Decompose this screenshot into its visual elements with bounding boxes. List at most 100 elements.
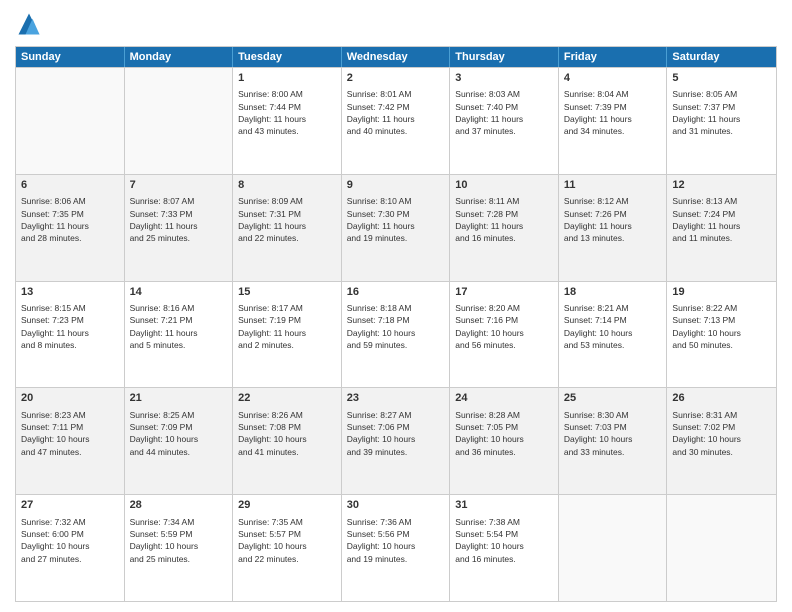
day-number: 3	[455, 71, 553, 86]
day-number: 10	[455, 178, 553, 193]
day-number: 11	[564, 178, 662, 193]
day-number: 29	[238, 498, 336, 513]
cell-text: Sunrise: 8:28 AMSunset: 7:05 PMDaylight:…	[455, 409, 553, 458]
cal-header-thursday: Thursday	[450, 47, 559, 67]
cal-header-wednesday: Wednesday	[342, 47, 451, 67]
day-number: 28	[130, 498, 228, 513]
cell-text: Sunrise: 8:09 AMSunset: 7:31 PMDaylight:…	[238, 195, 336, 244]
cal-cell-day-9: 9 Sunrise: 8:10 AMSunset: 7:30 PMDaylight…	[342, 175, 451, 281]
day-number: 13	[21, 285, 119, 300]
cal-cell-day-13: 13Sunrise: 8:15 AMSunset: 7:23 PMDayligh…	[16, 282, 125, 388]
cal-cell-empty	[667, 495, 776, 601]
cal-cell-day-1: 1 Sunrise: 8:00 AMSunset: 7:44 PMDaylight…	[233, 68, 342, 174]
cal-cell-day-14: 14 Sunrise: 8:16 AMSunset: 7:21 PMDayligh…	[125, 282, 234, 388]
day-number: 24	[455, 391, 553, 406]
cell-text: Sunrise: 8:12 AMSunset: 7:26 PMDaylight:…	[564, 195, 662, 244]
day-number: 31	[455, 498, 553, 513]
cal-cell-day-30: 30 Sunrise: 7:36 AMSunset: 5:56 PMDayligh…	[342, 495, 451, 601]
cal-cell-day-19: 19Sunrise: 8:22 AMSunset: 7:13 PMDayligh…	[667, 282, 776, 388]
cal-cell-day-6: 6 Sunrise: 8:06 AMSunset: 7:35 PMDaylight…	[16, 175, 125, 281]
cal-cell-day-17: 17 Sunrise: 8:20 AMSunset: 7:16 PMDayligh…	[450, 282, 559, 388]
cell-text: Sunrise: 8:10 AMSunset: 7:30 PMDaylight:…	[347, 195, 445, 244]
cal-cell-day-21: 21 Sunrise: 8:25 AMSunset: 7:09 PMDayligh…	[125, 388, 234, 494]
header	[15, 10, 777, 38]
day-number: 23	[347, 391, 445, 406]
cal-week-1: 1 Sunrise: 8:00 AMSunset: 7:44 PMDaylight…	[16, 67, 776, 174]
cell-text: Sunrise: 8:23 AMSunset: 7:11 PMDaylight:…	[21, 409, 119, 458]
day-number: 5	[672, 71, 771, 86]
cal-cell-day-20: 20Sunrise: 8:23 AMSunset: 7:11 PMDayligh…	[16, 388, 125, 494]
day-number: 6	[21, 178, 119, 193]
day-number: 4	[564, 71, 662, 86]
calendar-body: 1 Sunrise: 8:00 AMSunset: 7:44 PMDaylight…	[16, 67, 776, 601]
cell-text: Sunrise: 8:30 AMSunset: 7:03 PMDaylight:…	[564, 409, 662, 458]
day-number: 1	[238, 71, 336, 86]
day-number: 14	[130, 285, 228, 300]
cal-cell-day-26: 26 Sunrise: 8:31 AMSunset: 7:02 PMDayligh…	[667, 388, 776, 494]
cell-text: Sunrise: 8:00 AMSunset: 7:44 PMDaylight:…	[238, 88, 336, 137]
cal-cell-day-8: 8 Sunrise: 8:09 AMSunset: 7:31 PMDaylight…	[233, 175, 342, 281]
cell-text: Sunrise: 7:32 AMSunset: 6:00 PMDaylight:…	[21, 516, 119, 565]
cal-week-3: 13Sunrise: 8:15 AMSunset: 7:23 PMDayligh…	[16, 281, 776, 388]
cell-text: Sunrise: 8:01 AMSunset: 7:42 PMDaylight:…	[347, 88, 445, 137]
cal-header-sunday: Sunday	[16, 47, 125, 67]
cell-text: Sunrise: 8:17 AMSunset: 7:19 PMDaylight:…	[238, 302, 336, 351]
cal-cell-day-11: 11 Sunrise: 8:12 AMSunset: 7:26 PMDayligh…	[559, 175, 668, 281]
cal-cell-day-3: 3 Sunrise: 8:03 AMSunset: 7:40 PMDaylight…	[450, 68, 559, 174]
cal-cell-day-7: 7 Sunrise: 8:07 AMSunset: 7:33 PMDaylight…	[125, 175, 234, 281]
cell-text: Sunrise: 8:04 AMSunset: 7:39 PMDaylight:…	[564, 88, 662, 137]
cal-cell-day-24: 24 Sunrise: 8:28 AMSunset: 7:05 PMDayligh…	[450, 388, 559, 494]
cell-text: Sunrise: 8:13 AMSunset: 7:24 PMDaylight:…	[672, 195, 771, 244]
logo	[15, 10, 47, 38]
calendar-header-row: SundayMondayTuesdayWednesdayThursdayFrid…	[16, 47, 776, 67]
cell-text: Sunrise: 8:18 AMSunset: 7:18 PMDaylight:…	[347, 302, 445, 351]
cal-cell-day-25: 25 Sunrise: 8:30 AMSunset: 7:03 PMDayligh…	[559, 388, 668, 494]
day-number: 27	[21, 498, 119, 513]
page: SundayMondayTuesdayWednesdayThursdayFrid…	[0, 0, 792, 612]
day-number: 7	[130, 178, 228, 193]
cell-text: Sunrise: 7:35 AMSunset: 5:57 PMDaylight:…	[238, 516, 336, 565]
day-number: 8	[238, 178, 336, 193]
cal-cell-day-16: 16Sunrise: 8:18 AMSunset: 7:18 PMDayligh…	[342, 282, 451, 388]
cell-text: Sunrise: 8:31 AMSunset: 7:02 PMDaylight:…	[672, 409, 771, 458]
cal-cell-day-2: 2 Sunrise: 8:01 AMSunset: 7:42 PMDaylight…	[342, 68, 451, 174]
cal-cell-day-22: 22Sunrise: 8:26 AMSunset: 7:08 PMDayligh…	[233, 388, 342, 494]
day-number: 21	[130, 391, 228, 406]
cal-cell-empty	[125, 68, 234, 174]
cal-week-2: 6 Sunrise: 8:06 AMSunset: 7:35 PMDaylight…	[16, 174, 776, 281]
cell-text: Sunrise: 7:36 AMSunset: 5:56 PMDaylight:…	[347, 516, 445, 565]
cal-header-friday: Friday	[559, 47, 668, 67]
cell-text: Sunrise: 8:27 AMSunset: 7:06 PMDaylight:…	[347, 409, 445, 458]
cal-header-tuesday: Tuesday	[233, 47, 342, 67]
cell-text: Sunrise: 8:07 AMSunset: 7:33 PMDaylight:…	[130, 195, 228, 244]
cal-cell-day-31: 31 Sunrise: 7:38 AMSunset: 5:54 PMDayligh…	[450, 495, 559, 601]
cal-cell-day-5: 5 Sunrise: 8:05 AMSunset: 7:37 PMDaylight…	[667, 68, 776, 174]
cal-cell-day-15: 15Sunrise: 8:17 AMSunset: 7:19 PMDayligh…	[233, 282, 342, 388]
day-number: 26	[672, 391, 771, 406]
day-number: 30	[347, 498, 445, 513]
cell-text: Sunrise: 8:25 AMSunset: 7:09 PMDaylight:…	[130, 409, 228, 458]
logo-icon	[15, 10, 43, 38]
cell-text: Sunrise: 8:03 AMSunset: 7:40 PMDaylight:…	[455, 88, 553, 137]
cell-text: Sunrise: 8:16 AMSunset: 7:21 PMDaylight:…	[130, 302, 228, 351]
cal-cell-empty	[559, 495, 668, 601]
cell-text: Sunrise: 8:05 AMSunset: 7:37 PMDaylight:…	[672, 88, 771, 137]
cal-cell-day-18: 18Sunrise: 8:21 AMSunset: 7:14 PMDayligh…	[559, 282, 668, 388]
cal-week-4: 20Sunrise: 8:23 AMSunset: 7:11 PMDayligh…	[16, 387, 776, 494]
cal-cell-day-12: 12Sunrise: 8:13 AMSunset: 7:24 PMDayligh…	[667, 175, 776, 281]
cell-text: Sunrise: 8:11 AMSunset: 7:28 PMDaylight:…	[455, 195, 553, 244]
cal-cell-day-28: 28Sunrise: 7:34 AMSunset: 5:59 PMDayligh…	[125, 495, 234, 601]
calendar: SundayMondayTuesdayWednesdayThursdayFrid…	[15, 46, 777, 602]
cal-header-monday: Monday	[125, 47, 234, 67]
day-number: 25	[564, 391, 662, 406]
cell-text: Sunrise: 8:22 AMSunset: 7:13 PMDaylight:…	[672, 302, 771, 351]
cell-text: Sunrise: 8:20 AMSunset: 7:16 PMDaylight:…	[455, 302, 553, 351]
cell-text: Sunrise: 7:38 AMSunset: 5:54 PMDaylight:…	[455, 516, 553, 565]
cal-cell-day-29: 29 Sunrise: 7:35 AMSunset: 5:57 PMDayligh…	[233, 495, 342, 601]
day-number: 18	[564, 285, 662, 300]
day-number: 9	[347, 178, 445, 193]
cal-cell-day-10: 10 Sunrise: 8:11 AMSunset: 7:28 PMDayligh…	[450, 175, 559, 281]
cell-text: Sunrise: 8:06 AMSunset: 7:35 PMDaylight:…	[21, 195, 119, 244]
day-number: 17	[455, 285, 553, 300]
day-number: 2	[347, 71, 445, 86]
